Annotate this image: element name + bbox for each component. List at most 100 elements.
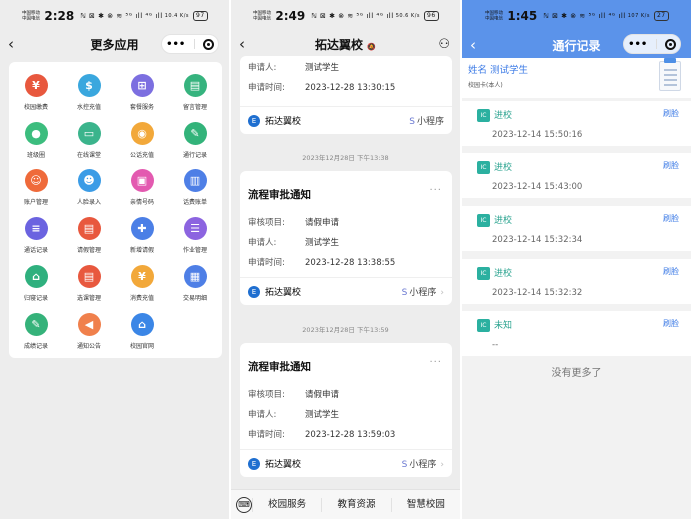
more-icon[interactable]: ··· <box>429 357 442 368</box>
back-icon[interactable]: ‹ <box>8 35 28 53</box>
card-title: 流程审批通知 <box>248 361 311 373</box>
back-icon[interactable]: ‹ <box>470 36 490 54</box>
app-tile[interactable]: ◉ 公话充值 <box>117 122 167 159</box>
record-item[interactable]: IC 进校 刷脸 2023-12-14 15:32:34 <box>462 206 691 251</box>
status-bar: 中国移动 中国电信 2:49 ℕ ⊠ ✱ ⊗ ≋ ⁵ᴳ ıll ⁴ᴳ ıll 50.… <box>231 0 460 32</box>
card-title: 流程审批通知 <box>248 189 311 201</box>
record-item[interactable]: IC 进校 刷脸 2023-12-14 15:32:32 <box>462 259 691 304</box>
status-bar: 中国移动 中国电信 1:45 ℕ ⊠ ✱ ⊗ ≋ ⁵ᴳ ıll ⁴ᴳ ıll 107… <box>462 0 691 32</box>
app-tile[interactable]: ⊞ 套餐服务 <box>117 74 167 111</box>
record-type-icon: IC <box>477 214 490 227</box>
field-label: 申请时间: <box>248 258 285 268</box>
app-tile[interactable]: ☻ 人脸录入 <box>64 169 114 206</box>
record-kind: 进校 <box>494 111 513 121</box>
app-tile[interactable]: ✎ 通行记录 <box>170 122 220 159</box>
signal-icons: ℕ ⊠ ✱ ⊗ ≋ ⁵ᴳ ıll ⁴ᴳ ıll <box>80 12 163 20</box>
app-label: 请假管理 <box>76 247 101 254</box>
clock: 2:49 <box>275 9 306 23</box>
call-log-icon: ≡ <box>24 217 48 240</box>
app-label: 新增请假 <box>129 247 154 254</box>
mini-program-link[interactable]: S 小程序 › <box>402 285 444 298</box>
app-tile[interactable]: ▤ 留言管理 <box>170 74 220 111</box>
app-tile[interactable]: ⌂ 归寝记录 <box>11 265 61 302</box>
app-tile[interactable]: ◀ 通知公告 <box>64 313 114 350</box>
signal-icons: ℕ ⊠ ✱ ⊗ ≋ ⁵ᴳ ıll ⁴ᴳ ıll <box>311 12 394 20</box>
status-bar: 中国移动 中国电信 2:28 ℕ ⊠ ✱ ⊗ ≋ ⁵ᴳ ıll ⁴ᴳ ıll 10.… <box>0 0 229 32</box>
record-method: 刷脸 <box>663 214 679 223</box>
app-tile[interactable]: ▤ 请假管理 <box>64 217 114 254</box>
app-tile[interactable]: ⌂ 校园官网 <box>117 313 167 350</box>
menu-education-resources[interactable]: 教育资源 <box>321 497 390 512</box>
keyboard-icon[interactable]: ⌨ <box>236 496 252 513</box>
field-label: 申请人: <box>248 410 277 420</box>
record-time: 2023-12-14 15:32:34 <box>492 235 583 245</box>
mini-program-icon: S <box>401 288 408 298</box>
record-item[interactable]: IC 未知 刷脸 -- <box>462 311 691 356</box>
app-label: 消费充值 <box>129 295 154 302</box>
brand-logo-icon: E <box>248 457 260 470</box>
menu-smart-campus[interactable]: 智慧校园 <box>390 497 460 512</box>
app-tile[interactable]: ☺ 账户管理 <box>11 169 61 206</box>
account-icon: ☺ <box>24 169 48 192</box>
record-time: -- <box>492 340 499 350</box>
message-card[interactable]: 流程审批通知 ··· 审核项目: 请假申请 申请人: 测试学生 申请时间: 2023-… <box>240 343 452 477</box>
status-icons: ℕ ⊠ ✱ ⊗ ≋ ⁵ᴳ ıll ⁴ᴳ ıll 50.6 K/s 96 <box>311 11 439 21</box>
menu-campus-service[interactable]: 校园服务 <box>252 497 321 512</box>
app-tile[interactable]: ● 班级圈 <box>11 122 61 159</box>
date-separator: 2023年12月28日 下午13:38 <box>302 154 389 162</box>
close-target-icon[interactable] <box>202 38 214 50</box>
app-label: 通话记录 <box>23 247 48 254</box>
app-tile[interactable]: ¥ 校园缴费 <box>11 74 61 111</box>
back-icon[interactable]: ‹ <box>239 35 259 53</box>
record-type-icon: IC <box>477 109 490 122</box>
access-record-icon: ✎ <box>183 122 207 145</box>
transaction-icon: ▦ <box>183 265 207 288</box>
message-card[interactable]: 流程审批通知 ··· 审核项目: 请假申请 申请人: 测试学生 申请时间: 2023-… <box>240 171 452 305</box>
app-label: 校园缴费 <box>23 104 48 111</box>
app-label: 成绩记录 <box>23 343 48 350</box>
card-footer[interactable]: E 拓达翼校 S 小程序 <box>240 106 452 134</box>
app-tile[interactable]: ▦ 交易明细 <box>170 265 220 302</box>
apply-time-row: 申请时间: 2023-12-28 13:59:03 <box>248 428 395 440</box>
app-tile[interactable]: ✚ 新增请假 <box>117 217 167 254</box>
document-icon <box>659 58 681 91</box>
app-tile[interactable]: ▥ 话费账单 <box>170 169 220 206</box>
mini-program-link[interactable]: S 小程序 <box>409 114 444 127</box>
app-tile[interactable]: ▤ 选课管理 <box>64 265 114 302</box>
app-tile[interactable]: $ 水控充值 <box>64 74 114 111</box>
person-icon[interactable]: ⚇ <box>438 37 450 52</box>
record-item[interactable]: IC 进校 刷脸 2023-12-14 15:50:16 <box>462 101 691 146</box>
apply-time-row: 申请时间: 2023-12-28 13:30:15 <box>248 81 395 93</box>
app-tile[interactable]: ▣ 亲情号码 <box>117 169 167 206</box>
close-target-icon[interactable] <box>664 38 676 50</box>
mini-program-link[interactable]: S 小程序 › <box>402 457 444 470</box>
brand-logo-icon: E <box>248 285 260 298</box>
chevron-right-icon: › <box>440 460 444 470</box>
app-tile[interactable]: ✎ 成绩记录 <box>11 313 61 350</box>
app-label: 通行记录 <box>182 152 207 159</box>
app-tile[interactable]: ☰ 作业管理 <box>170 217 220 254</box>
field-label: 审核项目: <box>248 390 285 400</box>
applicant-row: 申请人: 测试学生 <box>248 61 339 73</box>
page-title: 拓达翼校 🔕 <box>231 36 460 53</box>
user-name: 姓名 测试学生 <box>468 65 529 76</box>
capsule-divider <box>193 39 195 49</box>
card-footer[interactable]: E 拓达翼校 S 小程序 › <box>240 449 452 477</box>
message-card[interactable]: 申请人: 测试学生 申请时间: 2023-12-28 13:30:15 E 拓达翼校 … <box>240 56 452 134</box>
net-speed: 10.4 K/s <box>164 13 189 19</box>
app-tile[interactable]: ¥ 消费充值 <box>117 265 167 302</box>
card-footer[interactable]: E 拓达翼校 S 小程序 › <box>240 277 452 305</box>
record-item[interactable]: IC 进校 刷脸 2023-12-14 15:43:00 <box>462 153 691 198</box>
date-separator: 2023年12月28日 下午13:59 <box>302 326 389 334</box>
more-icon[interactable]: ••• <box>628 39 647 50</box>
applicant-row: 申请人: 测试学生 <box>248 236 339 248</box>
face-icon: ☻ <box>77 169 101 192</box>
consume-icon: ¥ <box>130 265 154 288</box>
app-label: 话费账单 <box>182 199 207 206</box>
more-icon[interactable]: ••• <box>166 39 185 50</box>
app-tile[interactable]: ▭ 在线课堂 <box>64 122 114 159</box>
app-label: 留言管理 <box>182 104 207 111</box>
app-tile[interactable]: ≡ 通话记录 <box>11 217 61 254</box>
more-icon[interactable]: ··· <box>429 185 442 196</box>
capsule-divider <box>655 39 657 49</box>
